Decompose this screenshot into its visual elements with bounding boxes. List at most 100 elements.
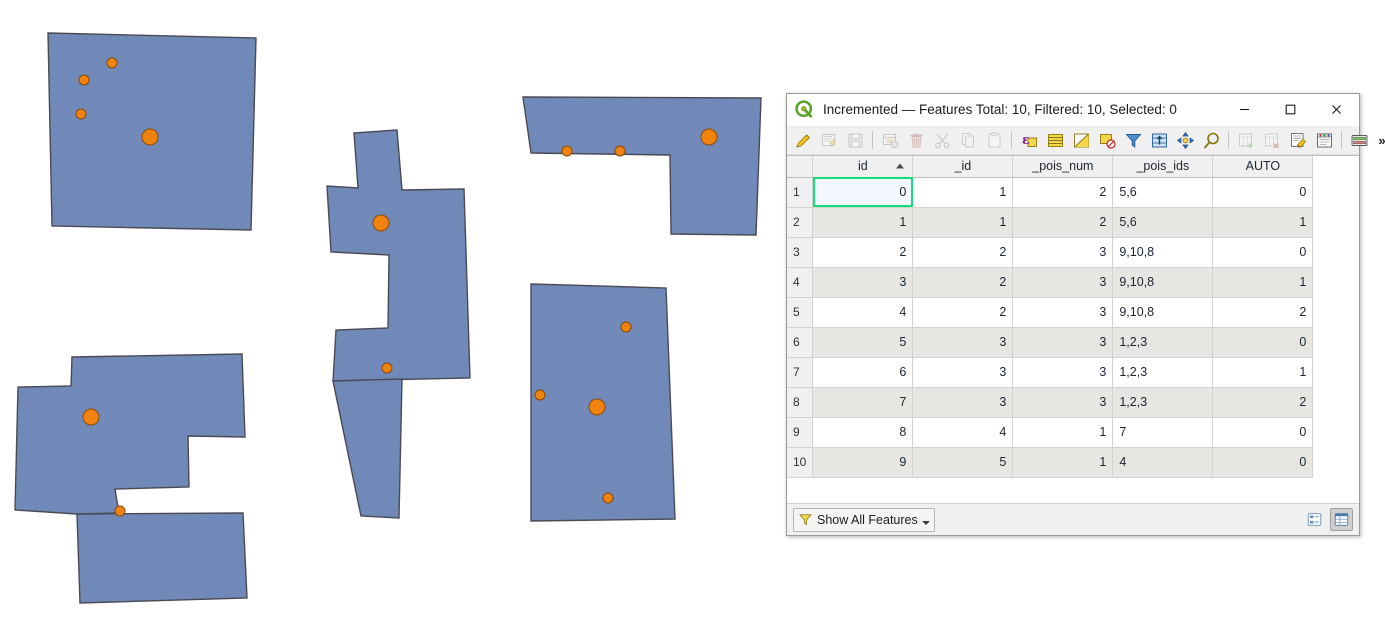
cell-_id[interactable]: 2	[912, 267, 1014, 298]
poi-point-marker[interactable]	[700, 128, 718, 146]
toggle-editing-icon[interactable]	[790, 128, 816, 153]
poi-point-marker[interactable]	[534, 389, 546, 401]
cell-AUTO[interactable]: 0	[1212, 237, 1314, 268]
cell-_pois_num[interactable]: 3	[1012, 387, 1114, 418]
table-row[interactable]: 5 4 2 3 9,10,8 2	[787, 297, 1314, 328]
table-row[interactable]: 3 2 2 3 9,10,8 0	[787, 237, 1314, 268]
cell-_id[interactable]: 3	[912, 357, 1014, 388]
cell-id[interactable]: 9	[812, 447, 914, 478]
table-row[interactable]: 4 3 2 3 9,10,8 1	[787, 267, 1314, 298]
column-header-id[interactable]: id	[812, 156, 914, 178]
row-number-header[interactable]: 10	[787, 447, 814, 478]
cell-_pois_ids[interactable]: 7	[1112, 417, 1214, 448]
cell-_pois_num[interactable]: 3	[1012, 267, 1114, 298]
pan-to-selection-icon[interactable]	[1172, 128, 1198, 153]
cell-_pois_num[interactable]: 2	[1012, 207, 1114, 238]
table-view-button[interactable]	[1330, 508, 1353, 531]
cell-_pois_ids[interactable]: 9,10,8	[1112, 237, 1214, 268]
cell-_pois_ids[interactable]: 4	[1112, 447, 1214, 478]
cell-AUTO[interactable]: 2	[1212, 297, 1314, 328]
select-by-expression-icon[interactable]: ε	[1016, 128, 1042, 153]
row-number-header[interactable]: 6	[787, 327, 814, 358]
filter-selection-icon[interactable]	[1120, 128, 1146, 153]
cell-AUTO[interactable]: 0	[1212, 417, 1314, 448]
poi-point-marker[interactable]	[614, 145, 626, 157]
conditional-formatting-icon[interactable]	[1311, 128, 1337, 153]
cell-_id[interactable]: 2	[912, 237, 1014, 268]
row-number-header[interactable]: 4	[787, 267, 814, 298]
cell-AUTO[interactable]: 1	[1212, 207, 1314, 238]
cell-id[interactable]: 7	[812, 387, 914, 418]
poi-point-marker[interactable]	[141, 128, 159, 146]
table-corner-header[interactable]	[787, 156, 814, 178]
cell-_pois_ids[interactable]: 1,2,3	[1112, 387, 1214, 418]
table-row[interactable]: 8 7 3 3 1,2,3 2	[787, 387, 1314, 418]
window-titlebar[interactable]: Incremented — Features Total: 10, Filter…	[787, 94, 1359, 126]
cell-_id[interactable]: 5	[912, 447, 1014, 478]
cell-_pois_num[interactable]: 3	[1012, 357, 1114, 388]
cell-id[interactable]: 3	[812, 267, 914, 298]
cell-AUTO[interactable]: 0	[1212, 447, 1314, 478]
polygon-3[interactable]	[522, 96, 762, 236]
column-header-_pois_ids[interactable]: _pois_ids	[1112, 156, 1214, 178]
table-row[interactable]: 2 1 1 2 5,6 1	[787, 207, 1314, 238]
attribute-table-grid[interactable]: id _id _pois_num _pois_ids AUTO 1 0 1 2 …	[787, 155, 1359, 503]
cell-_id[interactable]: 2	[912, 297, 1014, 328]
polygon-6[interactable]	[76, 512, 248, 604]
cell-AUTO[interactable]: 0	[1212, 177, 1314, 208]
map-canvas[interactable]	[0, 0, 785, 625]
polygon-2[interactable]	[326, 129, 471, 382]
poi-point-marker[interactable]	[620, 321, 632, 333]
table-row[interactable]: 10 9 5 1 4 0	[787, 447, 1314, 478]
cell-_id[interactable]: 1	[912, 177, 1014, 208]
cell-_pois_ids[interactable]: 5,6	[1112, 207, 1214, 238]
cell-AUTO[interactable]: 2	[1212, 387, 1314, 418]
cell-_pois_num[interactable]: 1	[1012, 417, 1114, 448]
cell-_pois_ids[interactable]: 9,10,8	[1112, 267, 1214, 298]
row-number-header[interactable]: 9	[787, 417, 814, 448]
show-all-features-button[interactable]: Show All Features	[793, 507, 935, 532]
cell-_id[interactable]: 3	[912, 387, 1014, 418]
maximize-button[interactable]	[1267, 94, 1313, 126]
column-header-AUTO[interactable]: AUTO	[1212, 156, 1314, 178]
poi-point-marker[interactable]	[106, 57, 118, 69]
cell-_pois_ids[interactable]: 1,2,3	[1112, 327, 1214, 358]
cell-_pois_num[interactable]: 3	[1012, 297, 1114, 328]
row-number-header[interactable]: 5	[787, 297, 814, 328]
row-number-header[interactable]: 1	[787, 177, 814, 208]
cell-id[interactable]: 8	[812, 417, 914, 448]
cell-id[interactable]: 2	[812, 237, 914, 268]
cell-id[interactable]: 6	[812, 357, 914, 388]
cell-AUTO[interactable]: 1	[1212, 267, 1314, 298]
toolbar-overflow-button[interactable]: »	[1374, 128, 1385, 153]
cell-_pois_num[interactable]: 1	[1012, 447, 1114, 478]
select-all-icon[interactable]	[1042, 128, 1068, 153]
invert-selection-icon[interactable]	[1068, 128, 1094, 153]
table-row[interactable]: 7 6 3 3 1,2,3 1	[787, 357, 1314, 388]
poi-point-marker[interactable]	[114, 505, 126, 517]
polygon-2b[interactable]	[332, 378, 403, 519]
minimize-button[interactable]	[1221, 94, 1267, 126]
row-number-header[interactable]: 3	[787, 237, 814, 268]
open-field-calculator-icon[interactable]	[1285, 128, 1311, 153]
cell-_pois_ids[interactable]: 9,10,8	[1112, 297, 1214, 328]
row-number-header[interactable]: 2	[787, 207, 814, 238]
cell-id[interactable]: 5	[812, 327, 914, 358]
column-header-_id[interactable]: _id	[912, 156, 1014, 178]
table-row[interactable]: 1 0 1 2 5,6 0	[787, 177, 1314, 208]
cell-_pois_num[interactable]: 2	[1012, 177, 1114, 208]
cell-_id[interactable]: 1	[912, 207, 1014, 238]
table-row[interactable]: 6 5 3 3 1,2,3 0	[787, 327, 1314, 358]
cell-_pois_num[interactable]: 3	[1012, 237, 1114, 268]
zoom-to-selection-icon[interactable]	[1198, 128, 1224, 153]
poi-point-marker[interactable]	[78, 74, 90, 86]
poi-point-marker[interactable]	[82, 408, 100, 426]
poi-point-marker[interactable]	[588, 398, 606, 416]
cell-_id[interactable]: 4	[912, 417, 1014, 448]
close-button[interactable]	[1313, 94, 1359, 126]
row-number-header[interactable]: 7	[787, 357, 814, 388]
organize-columns-icon[interactable]	[1346, 128, 1372, 153]
polygon-5[interactable]	[14, 353, 246, 515]
table-row[interactable]: 984170	[787, 417, 1314, 448]
cell-AUTO[interactable]: 0	[1212, 327, 1314, 358]
